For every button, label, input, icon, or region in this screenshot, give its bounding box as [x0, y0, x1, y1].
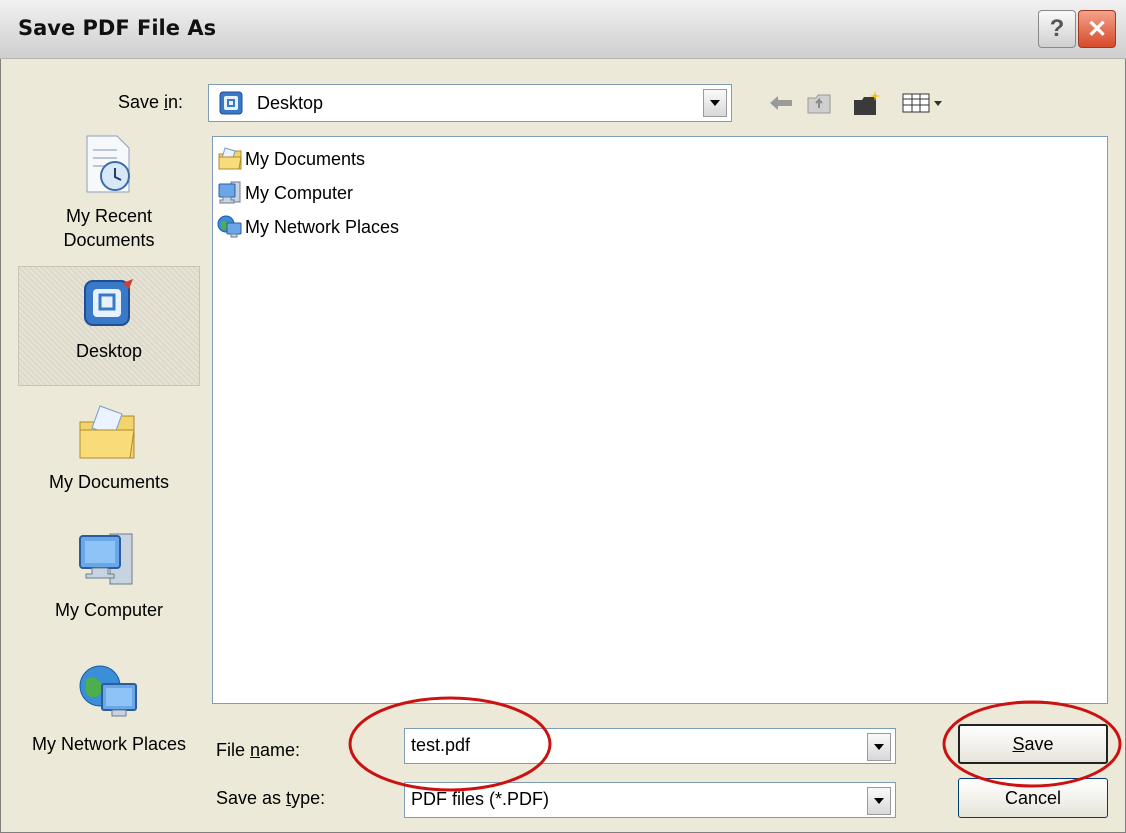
file-name: My Documents [245, 148, 366, 169]
folder-icon [218, 147, 242, 170]
file-name: My Computer [245, 182, 354, 203]
chevron-down-icon [710, 100, 720, 106]
up-folder-icon [807, 94, 831, 114]
place-my-computer[interactable]: My Computer [18, 528, 200, 648]
cancel-button[interactable]: Cancel [958, 778, 1108, 818]
place-my-network-places[interactable]: My Network Places [18, 662, 200, 812]
file-name-label: File name: [216, 740, 301, 760]
desktop-icon [84, 279, 133, 326]
back-button[interactable] [766, 88, 796, 118]
view-menu-button[interactable] [900, 88, 948, 118]
place-recent-documents[interactable]: My Recent Documents [18, 130, 200, 260]
list-item[interactable]: My Computer [217, 177, 353, 209]
place-label: My Documents [48, 472, 170, 492]
save-in-dropdown-arrow[interactable] [703, 89, 727, 117]
save-in-value: Desktop [257, 93, 324, 113]
up-folder-button[interactable] [804, 88, 834, 118]
save-button[interactable]: Save [958, 724, 1108, 764]
chevron-down-icon [874, 798, 884, 804]
place-label: My Recent Documents [63, 206, 155, 250]
new-folder-icon [854, 91, 880, 115]
places-bar: My Recent Documents Desktop My Documents… [6, 130, 200, 825]
network-icon [217, 215, 242, 238]
list-item[interactable]: My Network Places [217, 211, 399, 243]
save-as-type-dropdown-arrow[interactable] [867, 787, 891, 815]
place-label: Desktop [75, 341, 143, 361]
my-computer-icon [79, 533, 133, 585]
file-name-value[interactable]: test.pdf [411, 735, 470, 756]
chevron-down-icon [874, 744, 884, 750]
close-icon: ✕ [1086, 15, 1108, 43]
network-places-icon [79, 665, 137, 717]
my-documents-icon [79, 405, 135, 459]
save-in-dropdown[interactable]: Desktop [208, 84, 732, 122]
place-label: My Network Places [31, 734, 187, 754]
place-label: My Computer [54, 600, 164, 620]
help-button[interactable]: ? [1038, 10, 1076, 48]
save-as-type-value: PDF files (*.PDF) [411, 789, 550, 809]
place-my-documents[interactable]: My Documents [18, 402, 200, 512]
view-menu-icon [902, 93, 942, 113]
new-folder-button[interactable] [852, 88, 882, 118]
close-button[interactable]: ✕ [1078, 10, 1116, 48]
dialog-title: Save PDF File As [18, 16, 217, 40]
file-name-field[interactable]: test.pdf [404, 728, 896, 764]
save-in-label: Save in: [118, 92, 184, 112]
file-name-dropdown-arrow[interactable] [867, 733, 891, 761]
save-as-type-dropdown[interactable]: PDF files (*.PDF) [404, 782, 896, 818]
recent-documents-icon [86, 135, 130, 193]
save-as-type-label: Save as type: [216, 788, 326, 808]
list-item[interactable]: My Documents [217, 143, 365, 175]
title-bar: Save PDF File As ? ✕ [0, 0, 1126, 59]
computer-icon [218, 181, 241, 204]
file-name: My Network Places [245, 216, 400, 237]
file-list[interactable]: My Documents My Computer My Network Plac… [212, 136, 1108, 704]
help-icon: ? [1049, 15, 1065, 42]
place-desktop[interactable]: Desktop [18, 266, 200, 386]
back-icon [770, 96, 792, 110]
desktop-icon [219, 91, 243, 115]
